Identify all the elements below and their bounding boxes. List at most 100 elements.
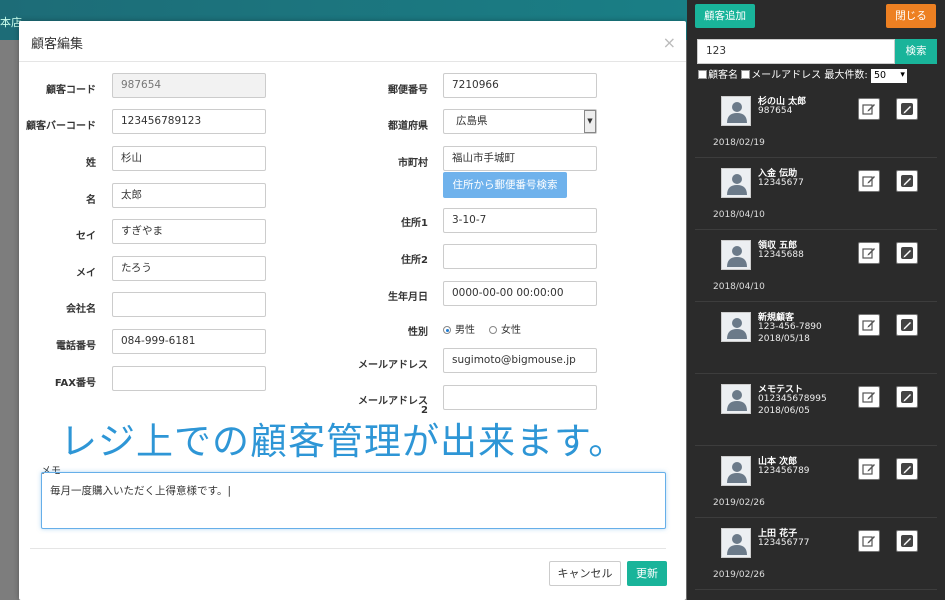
- customer-code-field[interactable]: 987654: [112, 73, 266, 98]
- list-item[interactable]: メモテスト 012345678995 2018/06/05: [695, 374, 937, 446]
- select-customer-icon[interactable]: [896, 458, 918, 480]
- chevron-down-icon[interactable]: ▼: [584, 110, 596, 133]
- customer-code: 12345677: [758, 178, 804, 188]
- address1-field[interactable]: 3-10-7: [443, 208, 597, 233]
- customer-code: 123456777: [758, 538, 810, 548]
- avatar-icon: [721, 96, 751, 126]
- customer-code: 987654: [758, 106, 793, 116]
- filter-name-label: 顧客名: [708, 70, 738, 81]
- customer-search-input[interactable]: 123: [697, 39, 895, 64]
- filter-name-checkbox[interactable]: [698, 70, 707, 79]
- customer-barcode-field[interactable]: 123456789123: [112, 109, 266, 134]
- label-first-name: 名: [86, 195, 96, 206]
- edit-icon[interactable]: [858, 314, 880, 336]
- label-last-name: 姓: [86, 158, 96, 169]
- avatar-icon: [721, 240, 751, 270]
- list-item[interactable]: 入金 伝助 12345677 2018/04/10: [695, 158, 937, 230]
- edit-icon[interactable]: [858, 530, 880, 552]
- modal-footer-divider: [30, 548, 666, 549]
- update-button[interactable]: 更新: [627, 561, 667, 586]
- email-field[interactable]: sugimoto@bigmouse.jp: [443, 348, 597, 373]
- avatar-icon: [721, 456, 751, 486]
- edit-icon[interactable]: [858, 242, 880, 264]
- customer-date: 2019/02/26: [713, 570, 765, 580]
- radio-unselected-icon: [489, 326, 497, 334]
- list-item[interactable]: 上田 花子 123456777 2019/02/26: [695, 518, 937, 590]
- edit-icon[interactable]: [858, 458, 880, 480]
- gender-male-radio[interactable]: 男性: [443, 321, 475, 336]
- first-kana-field[interactable]: たろう: [112, 256, 266, 281]
- avatar-icon: [721, 168, 751, 198]
- list-item[interactable]: 山本 次郎 123456789 2019/02/26: [695, 446, 937, 518]
- label-birthdate: 生年月日: [388, 292, 428, 303]
- label-barcode: 顧客バーコード: [26, 121, 96, 132]
- label-city: 市町村: [398, 158, 428, 169]
- company-field[interactable]: [112, 292, 266, 317]
- zip-field[interactable]: 7210966: [443, 73, 597, 98]
- search-filters: 顧客名 メールアドレス 最大件数: 50: [698, 66, 907, 83]
- select-customer-icon[interactable]: [896, 170, 918, 192]
- customer-date-inline: 2018/06/05: [758, 406, 810, 416]
- label-code: 顧客コード: [46, 85, 96, 96]
- email2-field[interactable]: [443, 385, 597, 410]
- city-field[interactable]: 福山市手城町: [443, 146, 597, 171]
- list-item[interactable]: 領収 五郎 12345688 2018/04/10: [695, 230, 937, 302]
- edit-icon[interactable]: [858, 170, 880, 192]
- add-customer-button[interactable]: 顧客追加: [695, 4, 755, 28]
- label-last-kana: セイ: [76, 231, 96, 242]
- overlay-caption: レジ上での顧客管理が出来ます。: [60, 420, 627, 463]
- birthdate-field[interactable]: 0000-00-00 00:00:00: [443, 281, 597, 306]
- label-address1: 住所1: [401, 218, 428, 229]
- close-icon[interactable]: ×: [663, 33, 676, 52]
- select-customer-icon[interactable]: [896, 386, 918, 408]
- edit-icon[interactable]: [858, 98, 880, 120]
- label-zip: 郵便番号: [388, 85, 428, 96]
- customer-code: 12345688: [758, 250, 804, 260]
- zip-search-button[interactable]: 住所から郵便番号検索: [443, 172, 567, 198]
- first-name-field[interactable]: 太郎: [112, 183, 266, 208]
- avatar-icon: [721, 384, 751, 414]
- radio-selected-icon: [443, 326, 451, 334]
- avatar-icon: [721, 528, 751, 558]
- select-customer-icon[interactable]: [896, 98, 918, 120]
- select-customer-icon[interactable]: [896, 314, 918, 336]
- list-item[interactable]: 杉の山 太郎 987654 2018/02/19: [695, 86, 937, 158]
- fax-field[interactable]: [112, 366, 266, 391]
- modal-header: 顧客編集 ×: [19, 21, 686, 62]
- select-customer-icon[interactable]: [896, 530, 918, 552]
- customer-code: 123456789: [758, 466, 810, 476]
- max-count-label: 最大件数:: [824, 70, 868, 81]
- avatar-icon: [721, 312, 751, 342]
- edit-icon[interactable]: [858, 386, 880, 408]
- gender-female-label: 女性: [501, 325, 521, 336]
- prefecture-select[interactable]: 広島県: [443, 109, 597, 134]
- select-customer-icon[interactable]: [896, 242, 918, 264]
- customer-date: 2018/04/10: [713, 210, 765, 220]
- gender-female-radio[interactable]: 女性: [489, 321, 521, 336]
- label-address2: 住所2: [401, 255, 428, 266]
- label-first-kana: メイ: [76, 268, 96, 279]
- label-phone: 電話番号: [56, 341, 96, 352]
- filter-email-checkbox[interactable]: [741, 70, 751, 79]
- close-panel-button[interactable]: 閉じる: [886, 4, 936, 28]
- address2-field[interactable]: [443, 244, 597, 269]
- memo-textarea[interactable]: 毎月一度購入いただく上得意様です。|: [41, 472, 666, 529]
- phone-field[interactable]: 084-999-6181: [112, 329, 266, 354]
- label-company: 会社名: [66, 304, 96, 315]
- customer-date-inline: 2018/05/18: [758, 334, 810, 344]
- customer-date: 2019/02/26: [713, 498, 765, 508]
- customer-search-panel: 顧客追加 閉じる 123 検索 顧客名 メールアドレス 最大件数: 50 杉の山…: [687, 0, 945, 600]
- list-item[interactable]: 新規顧客 123-456-7890 2018/05/18: [695, 302, 937, 374]
- filter-email-label: メールアドレス: [751, 70, 822, 81]
- last-name-field[interactable]: 杉山: [112, 146, 266, 171]
- max-count-select[interactable]: 50: [870, 69, 907, 83]
- customer-code: 012345678995: [758, 394, 827, 404]
- label-gender: 性別: [408, 327, 428, 338]
- customer-list: 杉の山 太郎 987654 2018/02/19 入金 伝助 12345677 2018/…: [695, 86, 937, 590]
- search-button[interactable]: 検索: [895, 39, 937, 64]
- modal-title: 顧客編集: [31, 37, 84, 52]
- customer-date: 2018/04/10: [713, 282, 765, 292]
- label-email2: メールアドレス: [358, 396, 428, 407]
- cancel-button[interactable]: キャンセル: [549, 561, 621, 586]
- last-kana-field[interactable]: すぎやま: [112, 219, 266, 244]
